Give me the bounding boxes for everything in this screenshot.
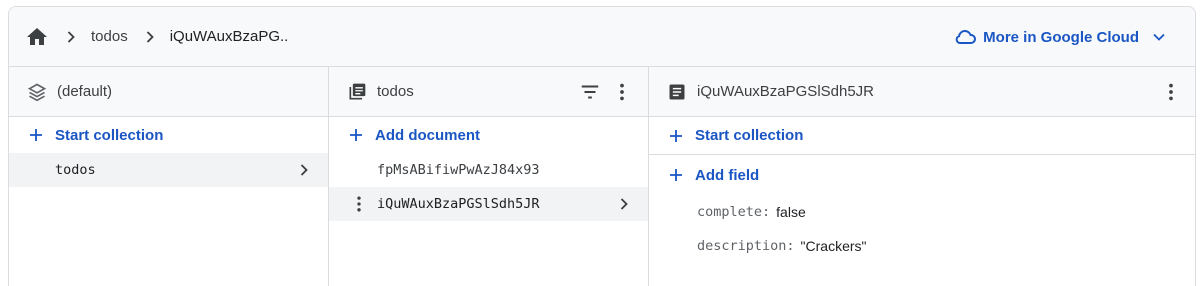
document-item[interactable]: fpMsABifiwPwAzJ84x93 (329, 153, 648, 187)
plus-icon (667, 166, 685, 184)
chevron-right-icon (614, 194, 634, 214)
database-title: (default) (57, 83, 113, 100)
list-item-label: iQuWAuxBzaPGSlSdh5JR (377, 196, 540, 212)
home-icon[interactable] (25, 25, 49, 49)
field-value: "Crackers" (800, 238, 867, 254)
collection-icon (347, 82, 367, 102)
breadcrumb: todos iQuWAuxBzaPG.. (9, 25, 288, 49)
database-column: (default) Start collection todos (9, 67, 329, 286)
breadcrumb-bar: todos iQuWAuxBzaPG.. More in Google Clou… (9, 7, 1195, 67)
field-value: false (776, 204, 806, 220)
plus-icon (667, 127, 685, 145)
collection-toolbar (572, 67, 636, 117)
add-document-button[interactable]: Add document (329, 117, 648, 153)
plus-icon (347, 126, 365, 144)
database-stack-icon (27, 82, 47, 102)
document-header: iQuWAuxBzaPGSlSdh5JR (649, 67, 1195, 117)
firestore-data-panel: todos iQuWAuxBzaPG.. More in Google Clou… (8, 6, 1196, 286)
document-icon (667, 82, 687, 102)
document-item-selected[interactable]: iQuWAuxBzaPGSlSdh5JR (329, 187, 648, 221)
chevron-right-icon (61, 27, 81, 47)
document-title: iQuWAuxBzaPGSlSdh5JR (697, 83, 875, 100)
list-item-label: fpMsABifiwPwAzJ84x93 (377, 162, 540, 178)
more-vert-icon[interactable] (608, 78, 636, 106)
filter-icon[interactable] (576, 78, 604, 106)
list-item-label: todos (55, 162, 96, 178)
chevron-down-icon (1149, 27, 1169, 47)
collection-title: todos (377, 83, 414, 100)
start-collection-button[interactable]: Start collection (9, 117, 328, 153)
field-row-complete[interactable]: complete: false (649, 195, 1195, 229)
more-vert-icon[interactable] (349, 194, 369, 214)
document-column: iQuWAuxBzaPGSlSdh5JR Start collection Ad… (649, 67, 1195, 286)
collection-header: todos (329, 67, 648, 117)
document-toolbar (1153, 67, 1185, 117)
database-header: (default) (9, 67, 328, 117)
breadcrumb-collection[interactable]: todos (91, 28, 128, 45)
field-row-description[interactable]: description: "Crackers" (649, 229, 1195, 263)
plus-icon (27, 126, 45, 144)
chevron-right-icon (294, 160, 314, 180)
chevron-right-icon (140, 27, 160, 47)
start-collection-label: Start collection (55, 126, 164, 144)
cloud-icon (953, 25, 977, 49)
more-in-google-cloud-label: More in Google Cloud (983, 28, 1139, 46)
start-collection-label: Start collection (695, 127, 804, 144)
collection-item-todos[interactable]: todos (9, 153, 328, 187)
add-field-button[interactable]: Add field (649, 155, 1195, 195)
more-in-google-cloud-button[interactable]: More in Google Cloud (953, 7, 1169, 67)
field-key: complete: (697, 204, 771, 220)
add-field-label: Add field (695, 166, 760, 184)
more-vert-icon[interactable] (1157, 78, 1185, 106)
start-subcollection-button[interactable]: Start collection (649, 117, 1195, 155)
field-key: description: (697, 238, 795, 254)
add-document-label: Add document (375, 126, 480, 144)
breadcrumb-document[interactable]: iQuWAuxBzaPG.. (170, 28, 289, 45)
collection-column: todos Add document fpMsABifiwPwAzJ84x93 (329, 67, 649, 286)
